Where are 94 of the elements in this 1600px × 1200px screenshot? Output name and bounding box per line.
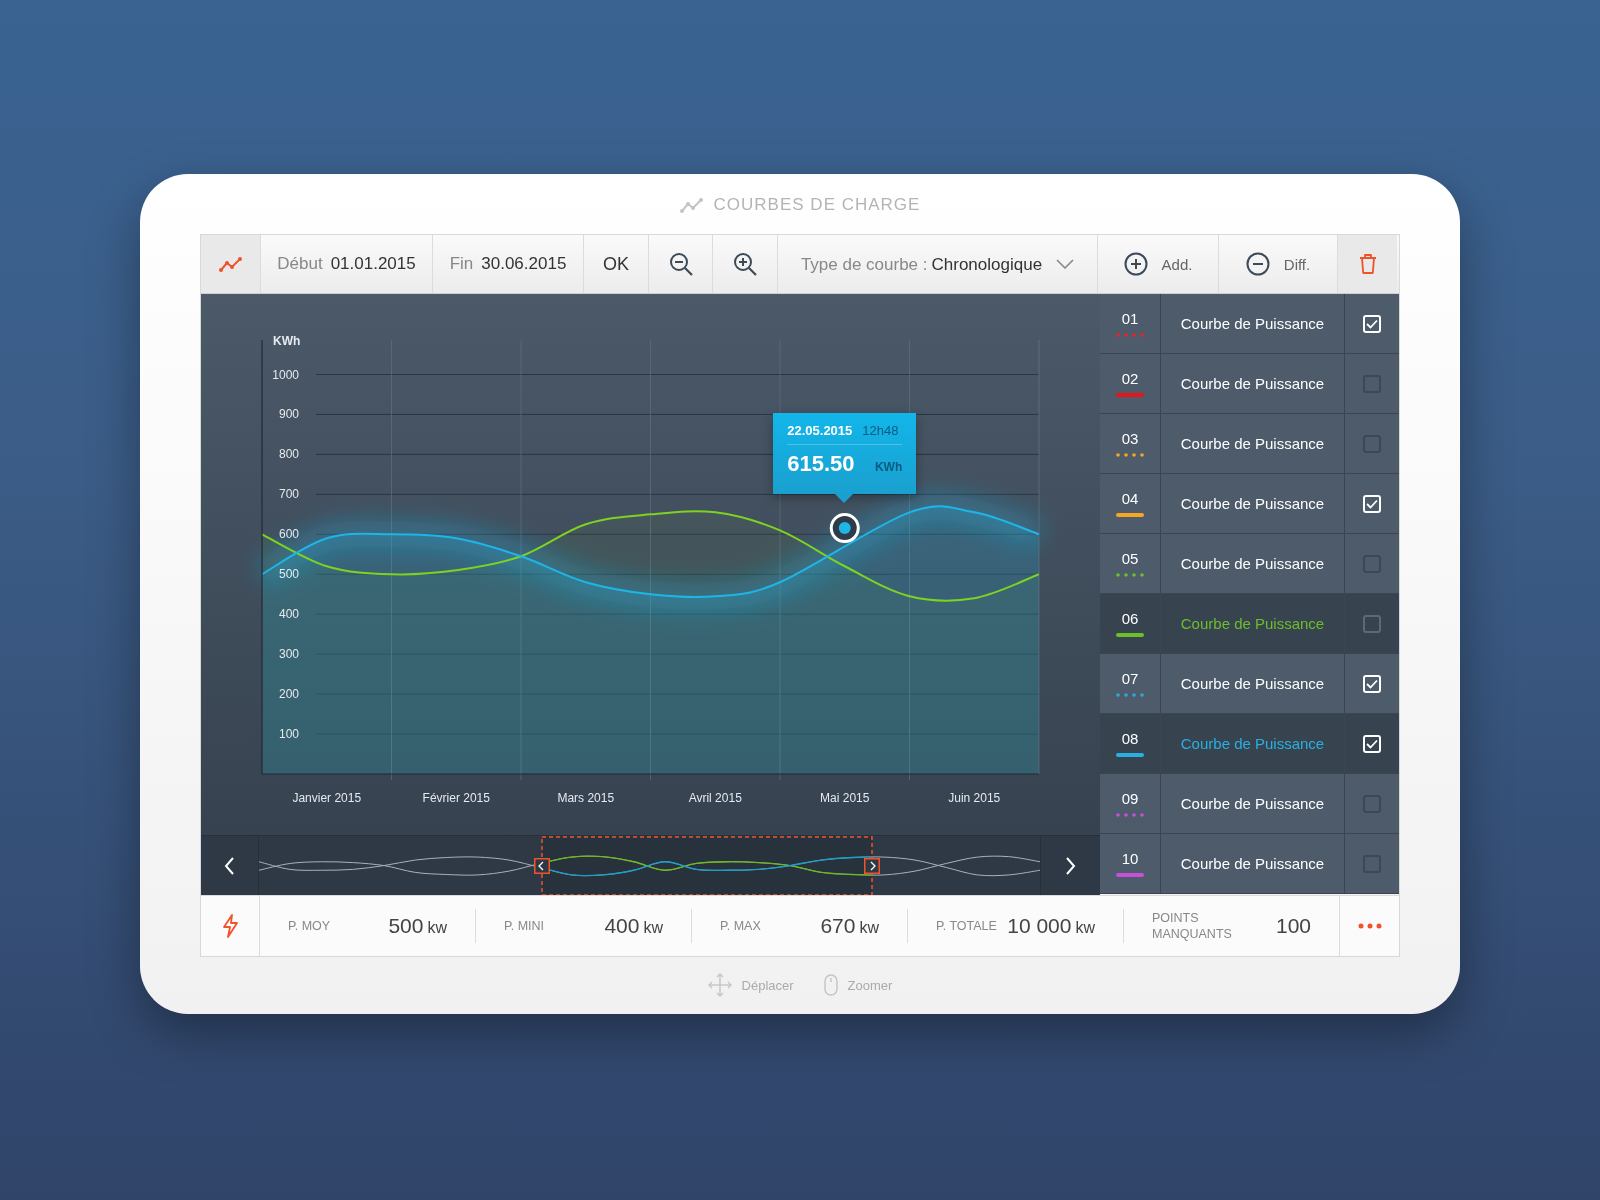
series-number: 04 bbox=[1121, 490, 1139, 507]
axis-tick-label: 400 bbox=[278, 607, 299, 622]
legend-row[interactable]: 01 Courbe de Puissance bbox=[1100, 294, 1399, 354]
diff-button[interactable]: Diff. bbox=[1237, 246, 1319, 282]
zoom-out-icon bbox=[668, 252, 693, 276]
date-field[interactable]: 30.06.2015 bbox=[481, 254, 567, 274]
chart-line-icon[interactable] bbox=[218, 255, 243, 273]
axis-tick-label: 600 bbox=[278, 527, 299, 542]
checkmark-icon bbox=[1366, 498, 1378, 509]
chevron-right-icon bbox=[1065, 857, 1076, 875]
legend-row[interactable]: 09 Courbe de Puissance bbox=[1100, 774, 1399, 834]
axis-tick-label: Janvier 2015 bbox=[292, 791, 362, 805]
minus-circle-icon bbox=[1245, 252, 1270, 276]
chevron-left-icon bbox=[224, 857, 235, 875]
series-number: 06 bbox=[1121, 610, 1139, 627]
tooltip-time: 12h48 bbox=[862, 423, 899, 439]
series-number: 08 bbox=[1121, 730, 1139, 747]
field-label: Début bbox=[277, 254, 323, 274]
series-number: 01 bbox=[1121, 310, 1139, 327]
series-label: Courbe de Puissance bbox=[1180, 855, 1325, 872]
tooltip-value: 615.50 bbox=[787, 451, 855, 478]
stat-label: P. MINI bbox=[504, 918, 545, 934]
stat-value: 10 000 kw bbox=[1007, 914, 1095, 938]
range-handle[interactable] bbox=[534, 858, 550, 874]
chevron-down-icon bbox=[1056, 259, 1075, 269]
legend-row[interactable]: 05 Courbe de Puissance bbox=[1100, 534, 1399, 594]
checkmark-icon bbox=[1366, 738, 1378, 749]
more-dots-icon bbox=[1357, 923, 1382, 929]
legend-row[interactable]: 10 Courbe de Puissance bbox=[1100, 834, 1399, 894]
series-label: Courbe de Puissance bbox=[1180, 495, 1325, 512]
zoom-in-icon bbox=[733, 252, 757, 276]
field-label: Fin bbox=[449, 254, 474, 274]
checkmark-icon bbox=[1366, 678, 1378, 689]
tooltip-unit: KWh bbox=[874, 460, 903, 475]
tooltip-date: 22.05.2015 bbox=[787, 423, 853, 439]
lightning-bolt-icon bbox=[220, 914, 240, 938]
stat-label: P. MOY bbox=[288, 918, 331, 934]
axis-tick-label: 200 bbox=[278, 687, 299, 702]
hint-label: Zoomer bbox=[847, 977, 893, 993]
axis-title: KWh bbox=[273, 334, 301, 348]
selection-window[interactable] bbox=[541, 836, 873, 896]
legend-row[interactable]: 04 Courbe de Puissance bbox=[1100, 474, 1399, 534]
series-label: Courbe de Puissance bbox=[1180, 795, 1325, 812]
legend-row[interactable]: 08 Courbe de Puissance bbox=[1100, 714, 1399, 774]
legend-row[interactable]: 02 Courbe de Puissance bbox=[1100, 354, 1399, 414]
curve-type-dropdown[interactable]: Type de courbe : Chronologique bbox=[792, 247, 1083, 281]
data-point-marker[interactable] bbox=[829, 513, 860, 544]
stat-label: P. MAX bbox=[720, 918, 761, 934]
series-number: 02 bbox=[1121, 370, 1139, 387]
axis-tick-label: 300 bbox=[278, 647, 299, 662]
stat-value: 100 bbox=[1275, 914, 1311, 938]
axis-tick-label: 700 bbox=[278, 487, 299, 502]
series-number: 07 bbox=[1121, 670, 1139, 687]
axis-tick-label: 800 bbox=[278, 447, 299, 462]
checkbox[interactable] bbox=[1363, 614, 1381, 633]
axis-tick-label: Juin 2015 bbox=[948, 791, 1001, 805]
stat-value: 400 kw bbox=[604, 914, 663, 938]
ok-button[interactable]: OK bbox=[595, 247, 637, 281]
stat-value: 500 kw bbox=[388, 914, 447, 938]
stat-label: P. TOTALE bbox=[936, 918, 997, 934]
axis-tick-label: Mai 2015 bbox=[820, 791, 870, 805]
series-label: Courbe de Puissance bbox=[1180, 735, 1325, 752]
series-label: Courbe de Puissance bbox=[1180, 555, 1325, 572]
checkmark-icon bbox=[1366, 318, 1378, 329]
axis-tick-label: Avril 2015 bbox=[688, 791, 742, 805]
axis-tick-label: 900 bbox=[278, 407, 299, 422]
add-button[interactable]: Add. bbox=[1115, 246, 1201, 282]
legend-row[interactable]: 06 Courbe de Puissance bbox=[1100, 594, 1399, 654]
axis-tick-label: Février 2015 bbox=[422, 791, 490, 805]
series-label: Courbe de Puissance bbox=[1180, 315, 1325, 332]
series-label: Courbe de Puissance bbox=[1180, 615, 1325, 632]
series-label: Courbe de Puissance bbox=[1180, 675, 1325, 692]
range-handle[interactable] bbox=[864, 858, 880, 874]
axis-tick-label: Mars 2015 bbox=[557, 791, 615, 805]
series-number: 09 bbox=[1121, 790, 1139, 807]
move-arrows-icon bbox=[707, 973, 732, 997]
date-field[interactable]: 01.01.2015 bbox=[330, 254, 416, 274]
axis-tick-label: 1000 bbox=[272, 367, 299, 382]
plus-circle-icon bbox=[1123, 252, 1148, 276]
hint-label: Déplacer bbox=[741, 977, 794, 993]
legend-row[interactable]: 03 Courbe de Puissance bbox=[1100, 414, 1399, 474]
stat-value: 670 kw bbox=[820, 914, 879, 938]
chart-line-icon bbox=[679, 195, 704, 214]
series-number: 05 bbox=[1121, 550, 1139, 567]
axis-tick-label: 500 bbox=[278, 567, 299, 582]
series-label: Courbe de Puissance bbox=[1180, 375, 1325, 392]
mouse-icon bbox=[823, 974, 838, 996]
legend-row[interactable]: 07 Courbe de Puissance bbox=[1100, 654, 1399, 714]
series-label: Courbe de Puissance bbox=[1180, 435, 1325, 452]
axis-tick-label: 100 bbox=[278, 727, 299, 742]
series-number: 03 bbox=[1121, 430, 1139, 447]
page-title: COURBES DE CHARGE bbox=[713, 194, 921, 215]
stat-label: POINTS MANQUANTS bbox=[1152, 910, 1233, 942]
series-number: 10 bbox=[1121, 850, 1139, 867]
